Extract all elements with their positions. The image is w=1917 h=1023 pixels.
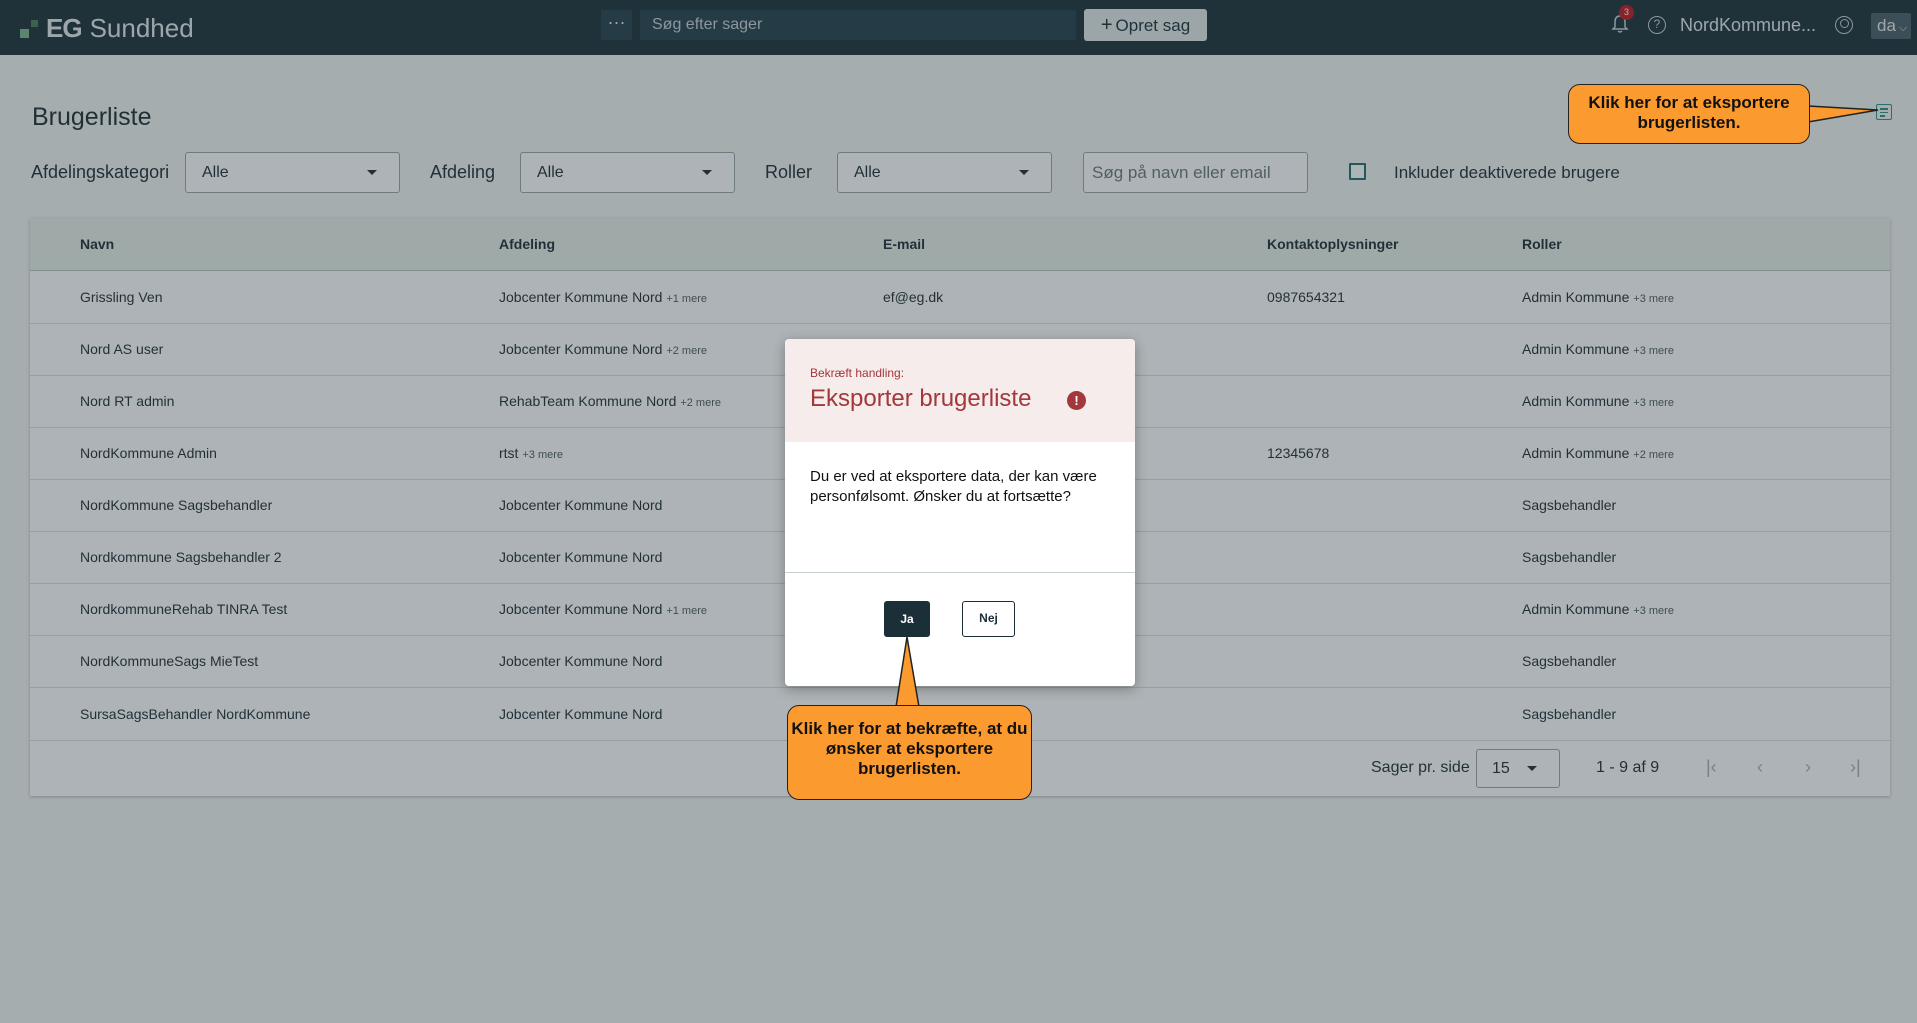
confirm-export-dialog: Bekræft handling: Eksporter brugerliste … (785, 339, 1135, 686)
export-hint-callout: Klik her for at eksportere brugerlisten. (1568, 84, 1810, 144)
dialog-message: Du er ved at eksportere data, der kan væ… (810, 468, 1097, 505)
dialog-divider (785, 572, 1135, 573)
confirm-hint-callout: Klik her for at bekræfte, at du ønsker a… (787, 705, 1032, 800)
dialog-header: Bekræft handling: Eksporter brugerliste … (785, 339, 1135, 442)
warning-icon: ! (1067, 391, 1086, 410)
confirm-no-button[interactable]: Nej (962, 601, 1015, 637)
dialog-subtitle: Bekræft handling: (810, 366, 905, 380)
confirm-yes-button[interactable]: Ja (884, 601, 930, 637)
dialog-title: Eksporter brugerliste (810, 385, 1032, 412)
